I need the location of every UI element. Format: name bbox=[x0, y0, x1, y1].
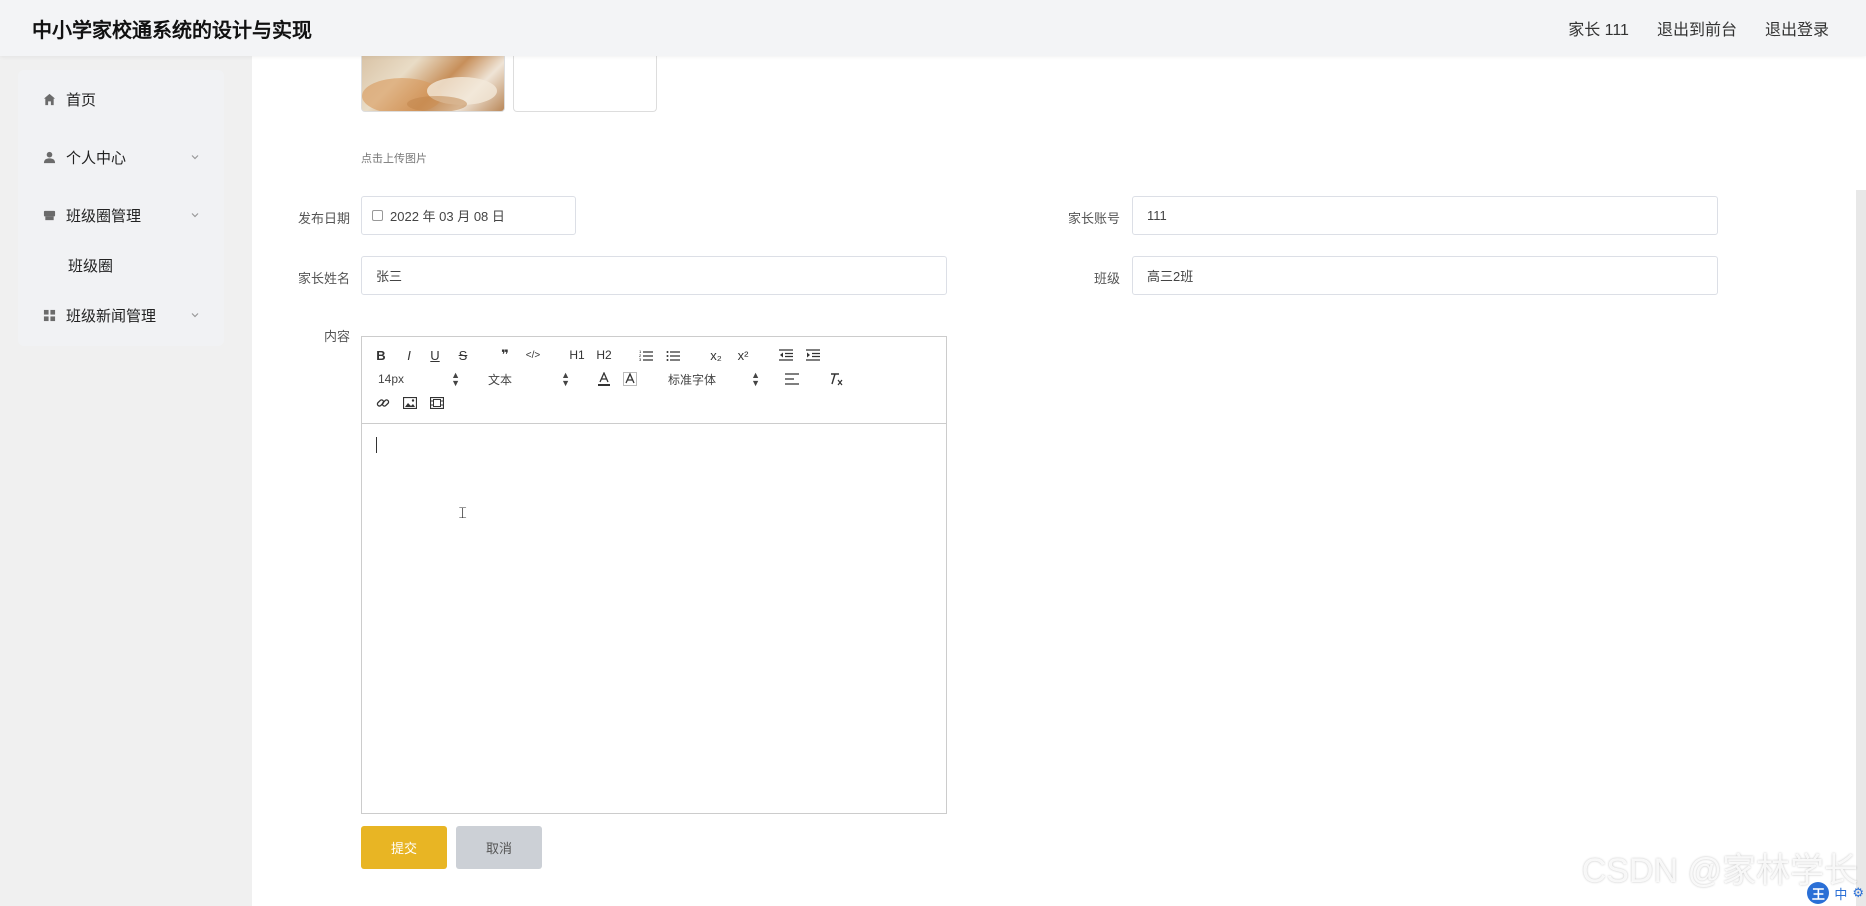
bullet-list-icon bbox=[666, 350, 680, 361]
ime-toolbar[interactable]: 王 中 ⚙ bbox=[1807, 882, 1864, 904]
uploaded-image-thumbnail[interactable] bbox=[361, 56, 505, 112]
font-family-select[interactable]: 标准字体 ▲ ▼ bbox=[668, 369, 760, 389]
chevron-down-icon bbox=[190, 149, 204, 163]
parent-account-value: 111 bbox=[1147, 208, 1167, 223]
indent-button[interactable] bbox=[803, 345, 823, 365]
user-name-link[interactable]: 家长 111 bbox=[1568, 16, 1629, 40]
app-title: 中小学家校通系统的设计与实现 bbox=[32, 19, 312, 42]
text-color-icon bbox=[598, 372, 610, 386]
exit-to-front-link[interactable]: 退出到前台 bbox=[1657, 16, 1737, 40]
ime-settings-icon[interactable]: ⚙ bbox=[1852, 885, 1864, 901]
text-caret bbox=[376, 437, 377, 453]
ordered-list-icon: 123 bbox=[639, 349, 653, 362]
logout-link[interactable]: 退出登录 bbox=[1765, 16, 1829, 40]
background-color-button[interactable] bbox=[620, 369, 640, 389]
ordered-list-button[interactable]: 123 bbox=[636, 345, 656, 365]
chevron-down-icon bbox=[190, 307, 204, 321]
parent-account-label: 家长账号 bbox=[1067, 211, 1120, 226]
header-2-button[interactable]: H2 bbox=[593, 345, 615, 365]
upload-hint: 点击上传图片 bbox=[361, 153, 427, 165]
sidebar-subitem-class-circle[interactable]: 班级圈 bbox=[18, 247, 224, 283]
publish-date-input[interactable]: 2022 年 03 月 08 日 bbox=[361, 196, 576, 235]
align-button[interactable] bbox=[782, 369, 802, 389]
italic-button[interactable]: I bbox=[400, 345, 418, 365]
underline-button[interactable]: U bbox=[426, 345, 444, 365]
sidebar-item-home[interactable]: 首页 bbox=[18, 79, 224, 119]
ime-logo[interactable]: 王 bbox=[1807, 882, 1830, 904]
sidebar: 首页 个人中心 班级圈管理 班级圈 班级新闻管理 bbox=[18, 70, 224, 346]
outdent-icon bbox=[779, 349, 793, 361]
chevron-down-icon bbox=[190, 207, 204, 221]
cat-photo-image bbox=[362, 77, 497, 111]
video-icon bbox=[430, 397, 444, 409]
sidebar-item-label: 班级圈 bbox=[68, 257, 114, 275]
image-icon bbox=[403, 397, 417, 409]
sidebar-item-label: 首页 bbox=[66, 91, 97, 109]
home-icon bbox=[42, 92, 56, 106]
background-color-icon bbox=[623, 372, 637, 386]
align-left-icon bbox=[785, 373, 799, 385]
class-value: 高三2班 bbox=[1147, 269, 1194, 284]
content-label: 内容 bbox=[323, 329, 350, 344]
sidebar-item-label: 班级圈管理 bbox=[66, 207, 142, 225]
submit-button[interactable]: 提交 bbox=[361, 826, 447, 869]
publish-date-value: 2022 年 03 月 08 日 bbox=[390, 209, 505, 224]
indent-icon bbox=[806, 349, 820, 361]
blockquote-button[interactable]: ❞ bbox=[496, 345, 514, 365]
parent-name-input[interactable]: 张三 bbox=[361, 256, 947, 295]
svg-text:3: 3 bbox=[639, 357, 642, 362]
link-button[interactable] bbox=[374, 393, 392, 413]
editor-toolbar: B I U S ❞ </> H1 H2 123 x₂ x² 14px ▲ ▼ 文… bbox=[362, 337, 946, 424]
box-icon bbox=[42, 208, 56, 222]
superscript-button[interactable]: x² bbox=[733, 345, 753, 365]
select-arrows-icon: ▲ ▼ bbox=[751, 370, 760, 388]
ime-language[interactable]: 中 bbox=[1834, 884, 1847, 903]
page-scrollbar[interactable] bbox=[1856, 190, 1866, 906]
clear-format-button[interactable] bbox=[826, 369, 846, 389]
parent-name-value: 张三 bbox=[376, 269, 403, 284]
publish-date-label: 发布日期 bbox=[297, 211, 350, 226]
header-type-select[interactable]: 文本 ▲ ▼ bbox=[488, 369, 570, 389]
font-family-value: 标准字体 bbox=[668, 372, 717, 387]
strikethrough-button[interactable]: S bbox=[454, 345, 472, 365]
header-1-button[interactable]: H1 bbox=[566, 345, 588, 365]
text-color-button[interactable] bbox=[594, 369, 614, 389]
video-button[interactable] bbox=[428, 393, 446, 413]
parent-account-input[interactable]: 111 bbox=[1132, 196, 1718, 235]
outdent-button[interactable] bbox=[776, 345, 796, 365]
grid-icon bbox=[42, 308, 56, 322]
class-input[interactable]: 高三2班 bbox=[1132, 256, 1718, 295]
class-label: 班级 bbox=[1093, 271, 1120, 286]
link-icon bbox=[376, 399, 390, 407]
subscript-button[interactable]: x₂ bbox=[706, 345, 726, 365]
font-size-value: 14px bbox=[378, 372, 405, 386]
bold-button[interactable]: B bbox=[372, 345, 390, 365]
main-content: 点击上传图片 发布日期 2022 年 03 月 08 日 家长账号 111 家长… bbox=[252, 56, 1866, 906]
select-arrows-icon: ▲ ▼ bbox=[451, 370, 460, 388]
text-cursor-icon: 𝙸 bbox=[457, 505, 469, 522]
select-arrows-icon: ▲ ▼ bbox=[561, 370, 570, 388]
sidebar-item-label: 班级新闻管理 bbox=[66, 307, 157, 325]
top-links: 家长 111 退出到前台 退出登录 bbox=[1568, 16, 1829, 40]
image-button[interactable] bbox=[401, 393, 419, 413]
sidebar-item-class-news-management[interactable]: 班级新闻管理 bbox=[18, 295, 224, 335]
top-bar: 中小学家校通系统的设计与实现 家长 111 退出到前台 退出登录 bbox=[0, 0, 1866, 56]
bullet-list-button[interactable] bbox=[663, 345, 683, 365]
parent-name-label: 家长姓名 bbox=[297, 271, 350, 286]
sidebar-item-label: 个人中心 bbox=[66, 149, 127, 167]
sidebar-item-personal-center[interactable]: 个人中心 bbox=[18, 137, 224, 177]
editor-content-area[interactable]: 𝙸 bbox=[362, 425, 946, 813]
font-size-select[interactable]: 14px ▲ ▼ bbox=[378, 369, 460, 389]
cancel-button[interactable]: 取消 bbox=[456, 826, 542, 869]
image-upload-box[interactable] bbox=[513, 56, 657, 112]
sidebar-item-class-circle-management[interactable]: 班级圈管理 bbox=[18, 195, 224, 235]
rich-text-editor: B I U S ❞ </> H1 H2 123 x₂ x² 14px ▲ ▼ 文… bbox=[361, 336, 947, 814]
code-block-button[interactable]: </> bbox=[522, 345, 544, 365]
header-type-value: 文本 bbox=[488, 372, 513, 387]
clear-format-icon bbox=[831, 373, 843, 386]
user-icon bbox=[42, 150, 56, 164]
calendar-icon bbox=[372, 210, 383, 221]
